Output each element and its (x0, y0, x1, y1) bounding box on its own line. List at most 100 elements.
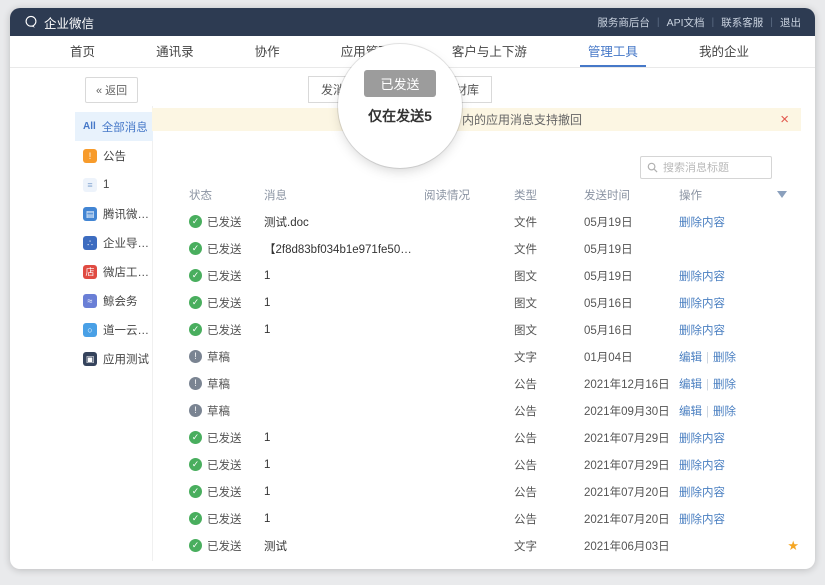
table-row: ✓已发送1公告2021年07月20日删除内容 (165, 478, 799, 505)
date-cell: 05月19日 (584, 214, 679, 230)
sidebar-item-全部消息[interactable]: All全部消息 (75, 112, 153, 141)
sidebar-item-公告[interactable]: !公告 (75, 141, 153, 170)
sent-status-icon: ✓ (189, 431, 202, 444)
action-link-编辑[interactable]: 编辑 (679, 379, 702, 391)
status-label: 已发送 (207, 538, 242, 554)
date-cell: 2021年12月16日 (584, 376, 679, 392)
type-cell: 公告 (514, 403, 584, 419)
nav-tab-协作[interactable]: 协作 (247, 36, 288, 67)
draft-status-icon: ! (189, 404, 202, 417)
topbar-link-1[interactable]: 服务商后台 (597, 15, 650, 30)
message-cell: 1 (264, 459, 424, 471)
action-link-删除[interactable]: 删除 (713, 406, 736, 418)
actions-cell: 删除内容 (679, 430, 777, 446)
table-row: ✓已发送【2f8d83bf034b1e971fe5083eea...文件05月1… (165, 235, 799, 262)
status-cell: ✓ 已发送 (189, 322, 264, 338)
cloud-icon: ○ (83, 323, 97, 337)
sidebar-item-应用测试[interactable]: ▣应用测试 (75, 344, 153, 373)
nav-tab-管理工具[interactable]: 管理工具 (580, 36, 646, 67)
nav-tab-客户与上下游[interactable]: 客户与上下游 (444, 36, 535, 67)
sidebar-item-1[interactable]: ≡1 (75, 170, 153, 199)
column-header-状态: 状态 (189, 187, 264, 203)
table-row: ✓已发送1 公告2021年07月29日删除内容 (165, 451, 799, 478)
status-label: 已发送 (207, 295, 242, 311)
topbar-link-4[interactable]: 退出 (780, 15, 801, 30)
doc-icon: ▤ (83, 207, 97, 221)
action-link-删除内容[interactable]: 删除内容 (679, 460, 725, 472)
action-link-删除[interactable]: 删除 (713, 352, 736, 364)
message-cell: 1 (264, 486, 424, 498)
topbar-links: 服务商后台|API文档|联系客服|退出 (597, 15, 801, 30)
tab-sent-highlight[interactable]: 已发送 (364, 70, 435, 97)
action-link-编辑[interactable]: 编辑 (679, 406, 702, 418)
filter-icon[interactable] (777, 191, 787, 198)
status-label: 已发送 (207, 241, 242, 257)
topbar-link-3[interactable]: 联系客服 (721, 15, 763, 30)
sidebar-item-label: 鲸会务 (103, 293, 138, 309)
action-separator: | (706, 352, 709, 364)
message-cell: 测试 (264, 538, 424, 554)
type-cell: 图文 (514, 322, 584, 338)
filter-cell (777, 189, 799, 201)
sidebar-item-腾讯微文档[interactable]: ▤腾讯微文档 (75, 199, 153, 228)
action-link-编辑[interactable]: 编辑 (679, 352, 702, 364)
action-link-删除内容[interactable]: 删除内容 (679, 271, 725, 283)
status-cell: ✓已发送 (189, 241, 264, 257)
sidebar-item-label: 微店工作台 (103, 264, 153, 280)
search-input[interactable] (663, 162, 765, 174)
actions-cell: 删除内容 (679, 457, 777, 473)
star-icon[interactable]: ★ (787, 538, 799, 553)
sidebar-item-道一云OA[interactable]: ○ 道一云OA (75, 315, 153, 344)
table-row: ✓已发送测试文字2021年06月03日★ (165, 532, 799, 559)
type-cell: 文字 (514, 349, 584, 365)
actions-cell: 编辑 | 删除 (679, 349, 777, 365)
action-link-删除[interactable]: 删除 (713, 379, 736, 391)
sidebar-item-企业导购员[interactable]: ∴企业导购员 (75, 228, 153, 257)
action-link-删除内容[interactable]: 删除内容 (679, 487, 725, 499)
wework-logo-icon (24, 15, 38, 29)
list-icon: ≡ (83, 178, 97, 192)
nav-tab-通讯录[interactable]: 通讯录 (148, 36, 202, 67)
back-button[interactable]: « 返回 (85, 77, 138, 103)
action-link-删除内容[interactable]: 删除内容 (679, 433, 725, 445)
status-cell: ✓已发送 (189, 430, 264, 446)
column-header-类型: 类型 (514, 187, 584, 203)
sent-status-icon: ✓ (189, 296, 202, 309)
brand[interactable]: 企业微信 (24, 13, 94, 32)
nav-tab-我的企业[interactable]: 我的企业 (691, 36, 757, 67)
app-icon: ▣ (83, 352, 97, 366)
action-link-删除内容[interactable]: 删除内容 (679, 325, 725, 337)
topbar-link-2[interactable]: API文档 (667, 15, 705, 30)
nav-tab-首页[interactable]: 首页 (62, 36, 103, 67)
action-separator: | (706, 406, 709, 418)
action-link-删除内容[interactable]: 删除内容 (679, 514, 725, 526)
table-body: ✓已发送测试.doc文件05月19日删除内容✓已发送【2f8d83bf034b1… (165, 208, 799, 559)
actions-cell: 编辑|删除 (679, 376, 777, 392)
status-label: 已发送 (207, 322, 242, 338)
table-row: ✓已发送1图文05月19日删除内容 (165, 262, 799, 289)
message-cell: 测试.doc (264, 214, 424, 230)
status-label: 已发送 (207, 457, 242, 473)
status-cell: !草稿 (189, 376, 264, 392)
sidebar-item-label: 道一云OA (103, 322, 153, 338)
table-row: ✓已发送1公告2021年07月29日删除内容 (165, 424, 799, 451)
action-link-删除内容[interactable]: 删除内容 (679, 298, 725, 310)
date-cell: 2021年07月20日 (584, 511, 679, 527)
date-cell: 2021年07月29日 (584, 457, 679, 473)
close-icon[interactable]: × (780, 112, 789, 127)
status-cell: ✓已发送 (189, 457, 264, 473)
table-row: ✓已发送1图文05月16日删除内容 (165, 316, 799, 343)
table-row: !草稿文字01月04日编辑|删除 (165, 343, 799, 370)
date-cell: 05月19日 (584, 268, 679, 284)
type-cell: 公告 (514, 457, 584, 473)
sidebar-item-微店工作台[interactable]: 店微店工作台 (75, 257, 153, 286)
status-cell: ✓ 已发送 (189, 295, 264, 311)
sidebar-item-鲸会务[interactable]: ≈ 鲸会务 (75, 286, 153, 315)
whale-icon: ≈ (83, 294, 97, 308)
link-separator: | (657, 16, 660, 28)
sent-status-icon: ✓ (189, 323, 202, 336)
action-link-删除内容[interactable]: 删除内容 (679, 217, 725, 229)
status-cell: ✓已发送 (189, 538, 264, 554)
sent-status-icon: ✓ (189, 269, 202, 282)
type-cell: 图文 (514, 295, 584, 311)
